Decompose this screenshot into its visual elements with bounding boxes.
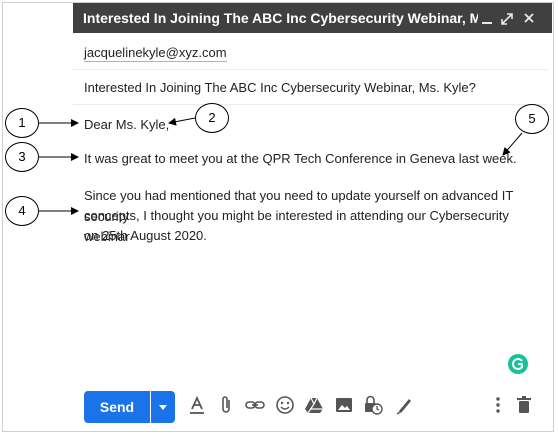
- attach-icon[interactable]: [215, 394, 237, 416]
- annotation-arrows: [39, 117, 523, 215]
- callout-4: 4: [5, 196, 39, 226]
- more-options-icon[interactable]: [487, 394, 509, 416]
- formatting-icon[interactable]: [186, 394, 208, 416]
- drive-icon[interactable]: [303, 394, 325, 416]
- signature-icon[interactable]: [393, 394, 415, 416]
- trash-icon[interactable]: [513, 394, 535, 416]
- chevron-down-icon: [159, 405, 167, 410]
- callout-2: 2: [195, 103, 229, 133]
- grammarly-icon[interactable]: [507, 353, 529, 375]
- callout-1: 1: [5, 108, 39, 138]
- arrow-2: [168, 117, 196, 126]
- photo-icon[interactable]: [333, 394, 355, 416]
- callout-5: 5: [515, 104, 549, 134]
- confidential-icon[interactable]: [362, 394, 384, 416]
- callout-3: 3: [5, 142, 39, 172]
- link-icon[interactable]: [244, 394, 266, 416]
- send-button[interactable]: Send: [84, 391, 150, 423]
- send-options-button[interactable]: [151, 391, 175, 423]
- arrow-5: [502, 132, 523, 156]
- emoji-icon[interactable]: [274, 394, 296, 416]
